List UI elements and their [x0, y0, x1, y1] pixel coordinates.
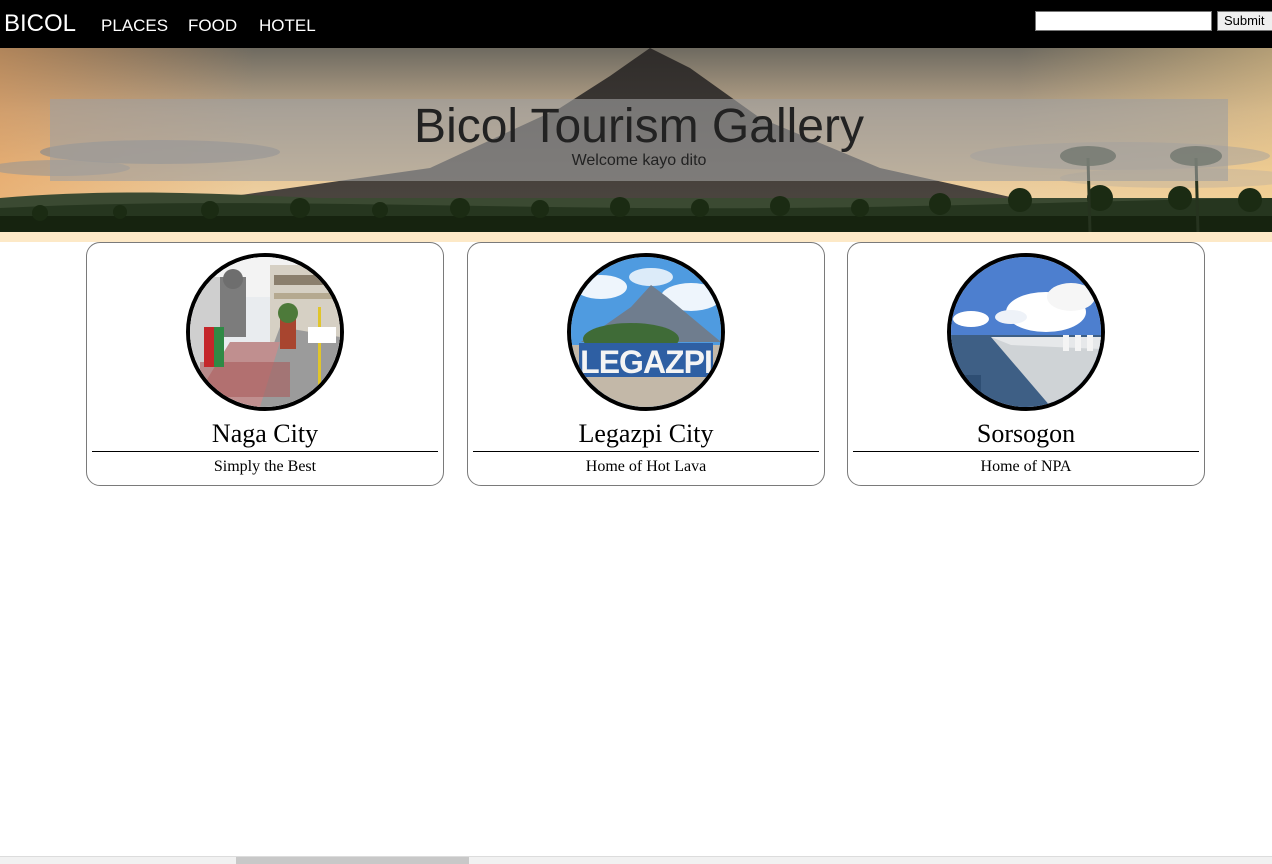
hero-bottom-strip: [0, 232, 1272, 242]
place-card-sorsogon[interactable]: Sorsogon Home of NPA: [847, 242, 1205, 486]
card-subtitle: Simply the Best: [213, 458, 317, 475]
card-title: Sorsogon: [976, 419, 1076, 448]
submit-button[interactable]: Submit: [1217, 11, 1272, 31]
search-input[interactable]: [1035, 11, 1212, 31]
nav-link-food[interactable]: FOOD: [188, 16, 237, 36]
card-subtitle: Home of NPA: [980, 458, 1072, 475]
page-title: Bicol Tourism Gallery: [414, 100, 864, 153]
card-title: Naga City: [211, 419, 319, 448]
nav-link-hotel[interactable]: HOTEL: [259, 16, 316, 36]
legazpi-city-photo: LEGAZPI: [567, 253, 725, 411]
page-subtitle: Welcome kayo dito: [571, 152, 707, 169]
sorsogon-photo: [947, 253, 1105, 411]
hero-title-panel: Bicol Tourism Gallery Welcome kayo dito: [50, 99, 1228, 181]
scrollbar-thumb[interactable]: [236, 857, 469, 864]
place-card-legazpi[interactable]: LEGAZPI Legazpi City Home of Hot Lava: [467, 242, 825, 486]
card-title: Legazpi City: [578, 419, 714, 448]
card-divider: [853, 451, 1199, 452]
card-divider: [473, 451, 819, 452]
place-card-naga[interactable]: Naga City Simply the Best: [86, 242, 444, 486]
top-navbar: BICOL PLACES FOOD HOTEL Submit: [0, 0, 1272, 48]
naga-city-photo: [186, 253, 344, 411]
card-divider: [92, 451, 438, 452]
horizontal-scrollbar[interactable]: [0, 856, 1272, 864]
svg-text:LEGAZPI: LEGAZPI: [580, 344, 712, 380]
brand-logo[interactable]: BICOL: [4, 10, 76, 38]
nav-link-places[interactable]: PLACES: [101, 16, 168, 36]
card-subtitle: Home of Hot Lava: [585, 458, 707, 475]
